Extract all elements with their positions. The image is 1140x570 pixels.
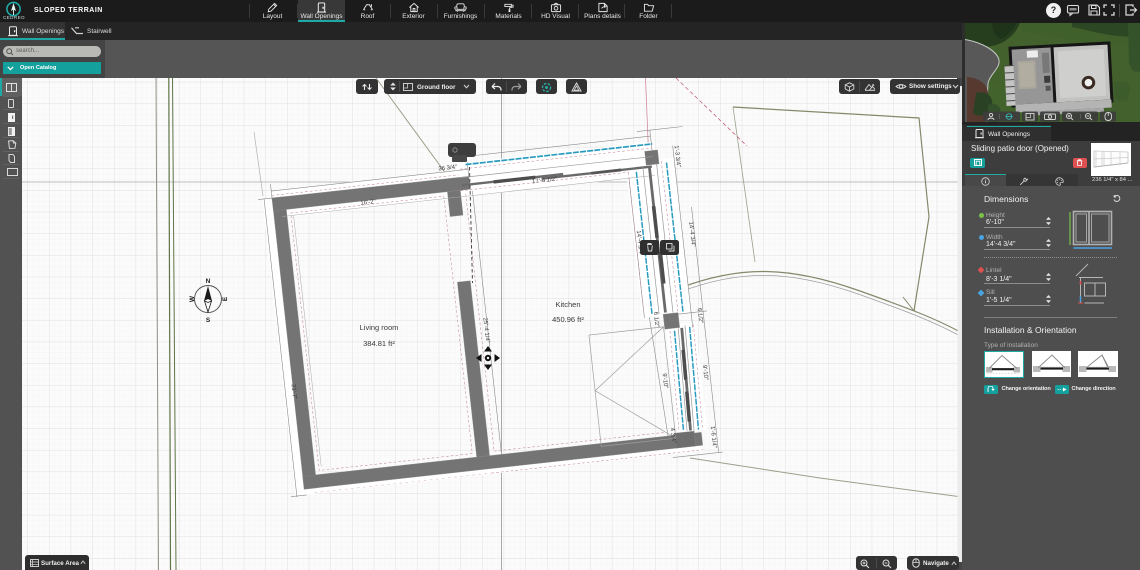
svg-text:384.81 ft²: 384.81 ft² xyxy=(363,339,395,348)
svg-text:Kitchen: Kitchen xyxy=(555,300,580,309)
svg-text:N: N xyxy=(206,278,211,285)
svg-text:S: S xyxy=(206,317,211,324)
svg-text:E: E xyxy=(222,296,229,301)
svg-text:Living room: Living room xyxy=(360,323,399,332)
svg-text:450.96 ft²: 450.96 ft² xyxy=(552,315,584,324)
svg-text:W: W xyxy=(189,295,196,302)
